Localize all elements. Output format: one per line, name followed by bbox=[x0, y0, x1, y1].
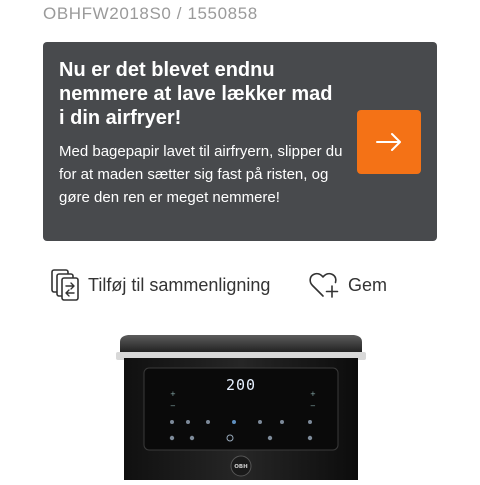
brand-badge: OBH bbox=[234, 464, 248, 470]
add-to-compare-button[interactable]: Tilføj til sammenligning bbox=[50, 268, 270, 302]
save-button[interactable]: Gem bbox=[308, 268, 387, 302]
product-sku: OBHFW2018S0 / 1550858 bbox=[43, 4, 258, 23]
promo-banner: Nu er det blevet endnu nemmere at lave l… bbox=[43, 42, 437, 241]
svg-text:+: + bbox=[170, 390, 176, 398]
product-actions: Tilføj til sammenligning Gem bbox=[50, 268, 440, 304]
control-panel-display: 200 bbox=[226, 376, 256, 394]
product-image[interactable]: 200 + − + − OBH bbox=[110, 328, 372, 480]
promo-arrow-button[interactable] bbox=[357, 110, 421, 174]
save-label: Gem bbox=[348, 274, 388, 295]
heart-plus-icon bbox=[309, 272, 339, 298]
arrow-right-icon bbox=[376, 133, 401, 151]
svg-text:−: − bbox=[170, 402, 176, 410]
compare-icon bbox=[51, 269, 79, 301]
svg-text:−: − bbox=[310, 402, 316, 410]
add-to-compare-label: Tilføj til sammenligning bbox=[88, 274, 271, 295]
promo-text: Med bagepapir lavet til airfryern, slipp… bbox=[59, 143, 343, 206]
promo-title: Nu er det blevet endnu nemmere at lave l… bbox=[59, 59, 333, 129]
svg-text:+: + bbox=[310, 390, 316, 398]
airfryer-illustration: 200 + − + − OBH bbox=[116, 335, 366, 480]
